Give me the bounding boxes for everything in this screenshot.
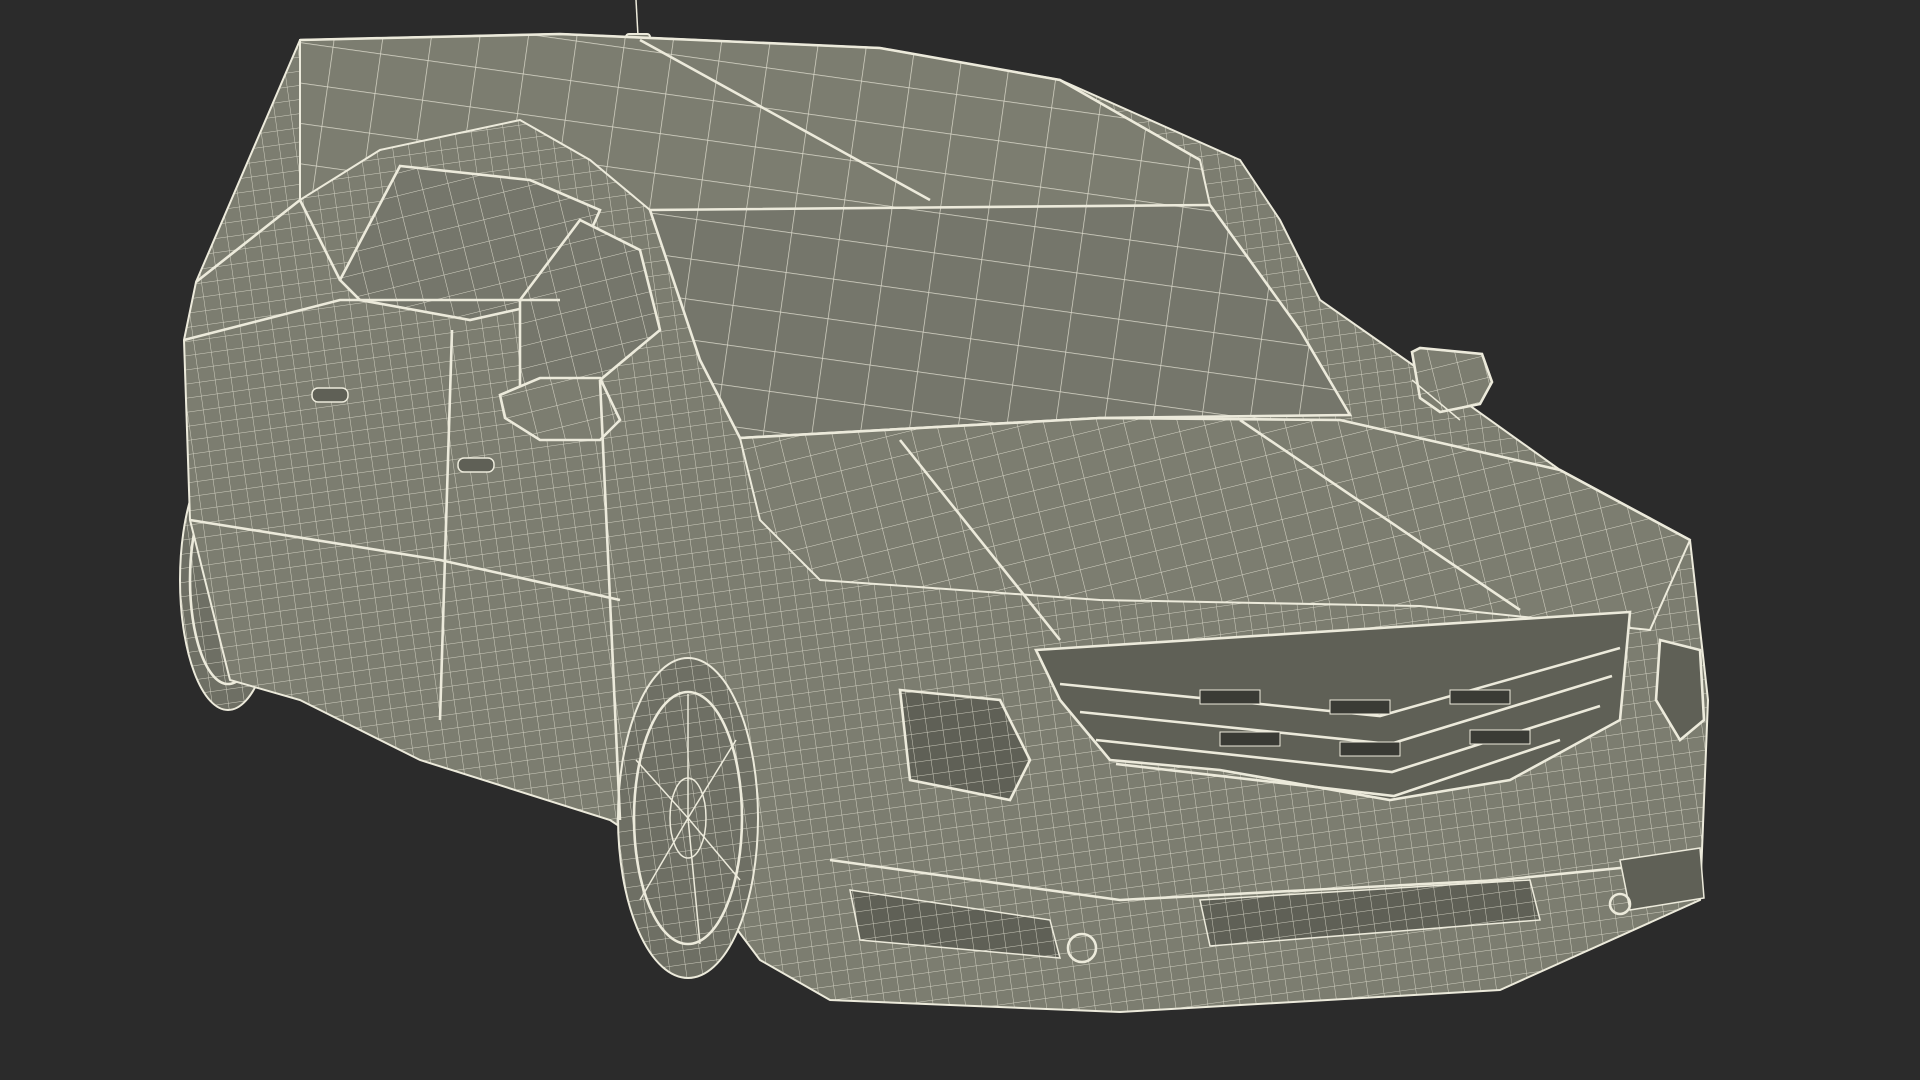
- front-wheel: [617, 657, 759, 979]
- render-viewport: [0, 0, 1920, 1080]
- antenna: [625, 0, 651, 43]
- car-wireframe-render: [179, 0, 1710, 1014]
